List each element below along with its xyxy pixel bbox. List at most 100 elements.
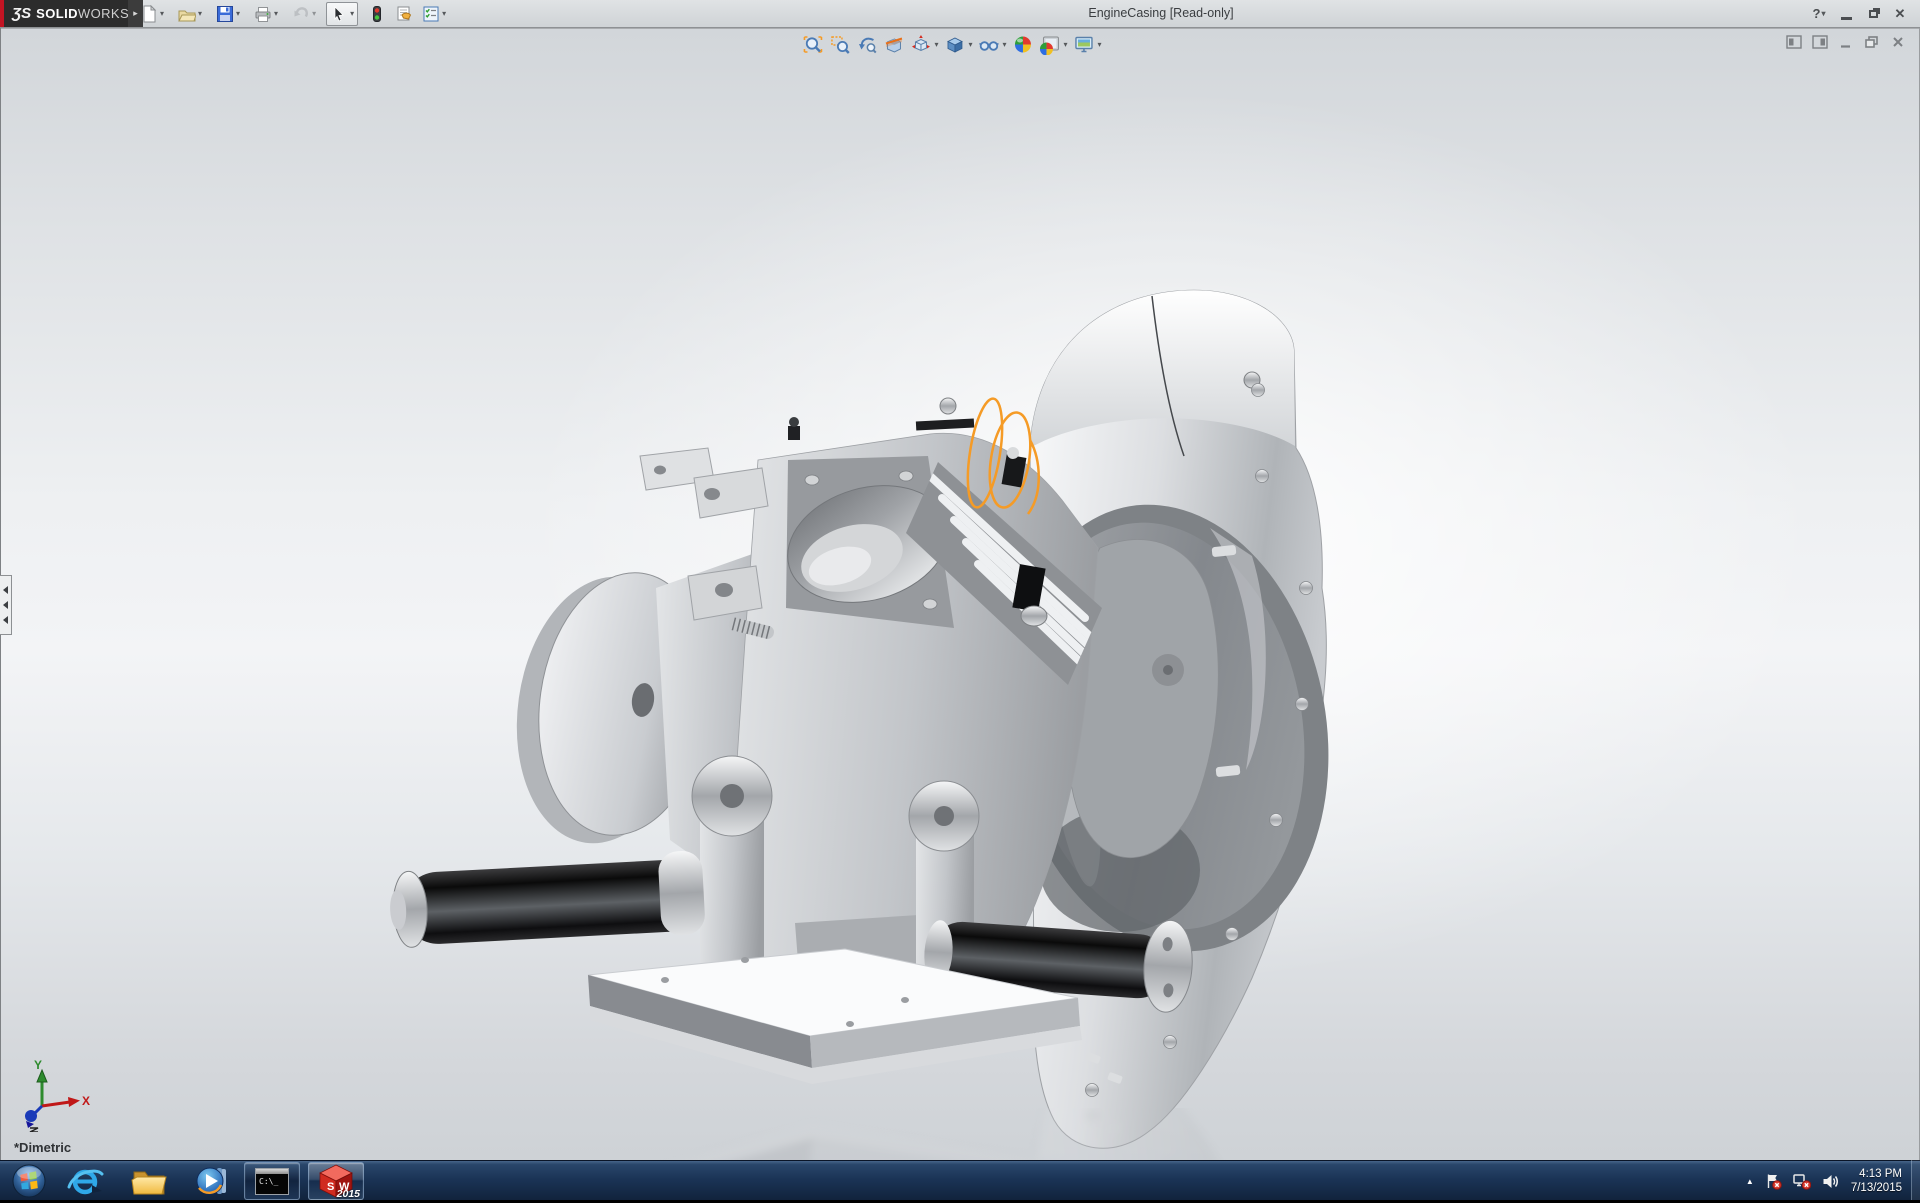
clock-date: 7/13/2015 bbox=[1851, 1181, 1902, 1195]
view-settings-icon bbox=[1074, 34, 1095, 55]
taskbar-clock[interactable]: 4:13 PM 7/13/2015 bbox=[1851, 1167, 1902, 1195]
document-restore-button[interactable] bbox=[1863, 34, 1880, 49]
edit-appearance-icon bbox=[1013, 34, 1034, 55]
close-icon bbox=[1891, 35, 1905, 49]
undo-icon bbox=[292, 5, 310, 23]
rebuild-button[interactable] bbox=[364, 2, 390, 26]
dropdown-caret: ▾ bbox=[1064, 41, 1068, 49]
internet-explorer-button[interactable] bbox=[62, 1162, 108, 1200]
title-bar[interactable]: ƷS SOLIDWORKS ▸ ▾ ▾ ▾ bbox=[0, 0, 1920, 28]
dropdown-caret: ▾ bbox=[1002, 41, 1006, 49]
document-title: EngineCasing [Read-only] bbox=[1088, 0, 1233, 27]
reference-triad[interactable]: Y X bbox=[16, 1058, 90, 1137]
command-prompt-text: C:\_ bbox=[259, 1177, 278, 1186]
hidden-icons-arrow[interactable]: ▲ bbox=[1746, 1177, 1754, 1186]
zoom-to-fit-icon bbox=[802, 34, 823, 55]
hide-show-items-button[interactable]: ▾ bbox=[976, 32, 1008, 57]
show-display-pane-button[interactable] bbox=[1811, 34, 1828, 49]
model-scene[interactable] bbox=[0, 28, 1920, 1160]
solidworks-logo: ƷS SOLIDWORKS bbox=[0, 0, 128, 27]
display-style-button[interactable]: ▾ bbox=[942, 32, 974, 57]
file-properties-button[interactable] bbox=[391, 2, 417, 26]
dropdown-caret: ▾ bbox=[1098, 41, 1102, 49]
dropdown-caret: ▾ bbox=[350, 10, 354, 18]
sw-version-badge: 2015 bbox=[337, 1188, 360, 1200]
view-orientation-label: *Dimetric bbox=[14, 1140, 71, 1155]
minimize-button[interactable] bbox=[1836, 4, 1856, 24]
show-featuremanager-pane-button[interactable] bbox=[1785, 34, 1802, 49]
options-icon bbox=[422, 5, 440, 23]
command-prompt-button[interactable]: C:\_ bbox=[244, 1162, 300, 1200]
zoom-to-fit-button[interactable] bbox=[800, 32, 825, 57]
dropdown-caret: ▾ bbox=[274, 10, 278, 18]
internet-explorer-icon bbox=[66, 1163, 104, 1199]
system-tray: ▲ 4:13 PM 7/13/2015 bbox=[1746, 1162, 1902, 1200]
logo-red-stripe bbox=[0, 0, 4, 27]
document-window-controls bbox=[1785, 34, 1906, 49]
undo-button[interactable]: ▾ bbox=[288, 2, 320, 26]
triad-y-label: Y bbox=[34, 1058, 42, 1072]
dropdown-caret: ▾ bbox=[934, 41, 938, 49]
new-document-button[interactable]: ▾ bbox=[136, 2, 168, 26]
previous-view-button[interactable] bbox=[854, 32, 879, 57]
start-button[interactable] bbox=[6, 1162, 52, 1200]
media-player-icon bbox=[195, 1163, 231, 1199]
collapse-arrow-icon bbox=[3, 616, 8, 624]
dropdown-caret: ▾ bbox=[198, 10, 202, 18]
display-style-icon bbox=[944, 34, 965, 55]
clock-time: 4:13 PM bbox=[1851, 1167, 1902, 1181]
volume-icon[interactable] bbox=[1822, 1173, 1840, 1190]
network-status-icon[interactable] bbox=[1793, 1173, 1811, 1190]
featuremanager-pane-icon bbox=[1786, 35, 1802, 49]
solidworks-taskbar-button[interactable]: S W 2015 bbox=[308, 1162, 364, 1200]
view-settings-button[interactable]: ▾ bbox=[1072, 32, 1104, 57]
restore-button[interactable] bbox=[1863, 4, 1883, 24]
windows-start-icon bbox=[11, 1163, 47, 1199]
edit-appearance-button[interactable] bbox=[1011, 32, 1036, 57]
help-button[interactable]: ?▾ bbox=[1809, 4, 1829, 24]
standard-toolbar: ▾ ▾ ▾ ▾ bbox=[136, 0, 451, 27]
graphics-area[interactable]: ▾ ▾ ▾ bbox=[0, 28, 1920, 1160]
featuremanager-collapsed-tab[interactable] bbox=[0, 575, 12, 635]
dropdown-caret: ▾ bbox=[236, 10, 240, 18]
engine-casing-model[interactable] bbox=[388, 290, 1363, 1148]
sw-letter-s: S bbox=[327, 1181, 334, 1193]
view-orientation-button[interactable]: ▾ bbox=[908, 32, 940, 57]
solidworks-2015-icon: S W 2015 bbox=[316, 1164, 356, 1198]
zoom-to-area-button[interactable] bbox=[827, 32, 852, 57]
triad-x-label: X bbox=[82, 1094, 90, 1108]
dropdown-caret: ▾ bbox=[312, 10, 316, 18]
file-properties-icon bbox=[395, 5, 413, 23]
open-folder-icon bbox=[178, 5, 196, 23]
print-button[interactable]: ▾ bbox=[250, 2, 282, 26]
previous-view-icon bbox=[856, 34, 877, 55]
print-icon bbox=[254, 5, 272, 23]
dropdown-caret: ▾ bbox=[1821, 10, 1825, 18]
apply-scene-button[interactable]: ▾ bbox=[1038, 32, 1070, 57]
select-tool-button[interactable]: ▾ bbox=[326, 2, 358, 26]
document-close-button[interactable] bbox=[1889, 34, 1906, 49]
display-pane-icon bbox=[1812, 35, 1828, 49]
hide-show-items-icon bbox=[978, 34, 999, 55]
brand-works: WORKS bbox=[78, 6, 129, 21]
options-button[interactable]: ▾ bbox=[418, 2, 450, 26]
collapse-arrow-icon bbox=[3, 601, 8, 609]
show-desktop-button[interactable] bbox=[1911, 1160, 1920, 1200]
collapse-arrow-icon bbox=[3, 586, 8, 594]
close-button[interactable]: ✕ bbox=[1890, 4, 1910, 24]
apply-scene-icon bbox=[1040, 34, 1061, 55]
save-button[interactable]: ▾ bbox=[212, 2, 244, 26]
document-minimize-button[interactable] bbox=[1837, 34, 1854, 49]
dassault-3ds-glyph: ƷS bbox=[12, 5, 31, 22]
open-button[interactable]: ▾ bbox=[174, 2, 206, 26]
zoom-to-area-icon bbox=[829, 34, 850, 55]
section-view-button[interactable] bbox=[881, 32, 906, 57]
dropdown-caret: ▾ bbox=[442, 10, 446, 18]
windows-explorer-button[interactable] bbox=[126, 1162, 172, 1200]
folder-icon bbox=[130, 1164, 168, 1198]
new-document-icon bbox=[140, 5, 158, 23]
action-center-flag-icon[interactable] bbox=[1765, 1173, 1782, 1190]
window-controls: ?▾ ✕ bbox=[1809, 0, 1910, 27]
windows-media-player-button[interactable] bbox=[190, 1162, 236, 1200]
rebuild-traffic-light-icon bbox=[368, 5, 386, 23]
